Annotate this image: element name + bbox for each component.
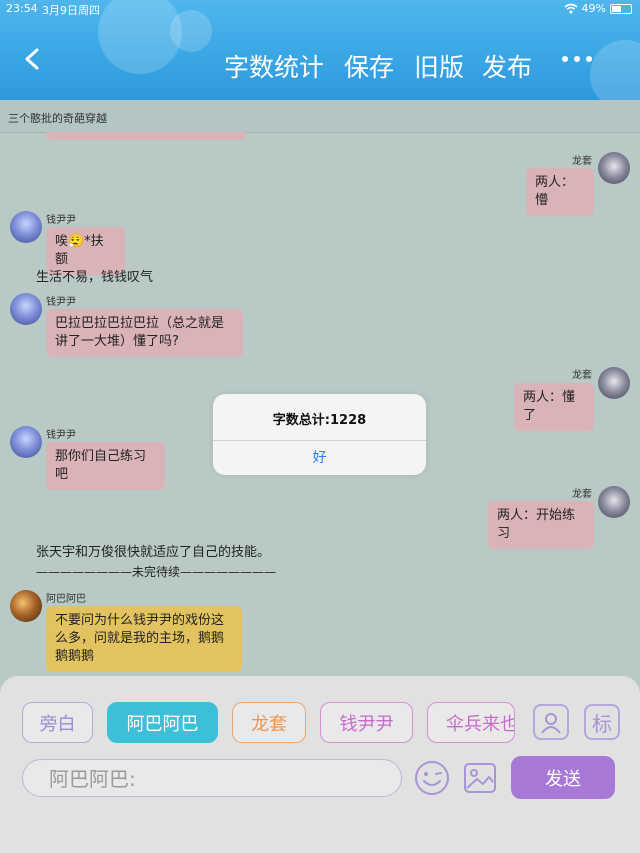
send-button[interactable]: 发送: [511, 756, 615, 799]
character-manager-icon[interactable]: [533, 704, 569, 740]
avatar[interactable]: [598, 152, 630, 184]
story-title-bar: 三个憨批的奇葩穿越: [0, 100, 640, 133]
story-title: 三个憨批的奇葩穿越: [8, 112, 107, 125]
back-arrow-icon[interactable]: [22, 48, 44, 70]
avatar[interactable]: [10, 426, 42, 458]
more-options-icon[interactable]: [562, 56, 592, 62]
speaker-name: 龙套: [572, 370, 592, 381]
speaker-name: 阿巴阿巴: [46, 594, 86, 605]
narration-text: ————————未完待续————————: [36, 565, 277, 579]
word-count-button[interactable]: 字数统计: [224, 48, 324, 84]
dialog-title: 字数总计:1228: [272, 413, 367, 428]
bubble-decoration: [590, 40, 640, 100]
avatar[interactable]: [598, 367, 630, 399]
speaker-name: 钱尹尹: [46, 297, 76, 308]
old-version-button[interactable]: 旧版: [414, 48, 464, 84]
message-bubble: 两人：懵: [526, 168, 594, 216]
battery-icon: [610, 3, 632, 14]
top-bar: 23:54 3月9日周四 49% 字数统计 保存 旧版 发布: [0, 0, 640, 100]
avatar[interactable]: [10, 211, 42, 243]
avatar[interactable]: [598, 486, 630, 518]
role-button-narrator[interactable]: 旁白: [22, 702, 93, 743]
avatar[interactable]: [10, 293, 42, 325]
mark-icon[interactable]: 标: [584, 704, 620, 740]
message-bubble: 那你们自己练习吧: [46, 442, 165, 490]
role-button-longtao[interactable]: 龙套: [232, 702, 306, 743]
status-bar: 23:54 3月9日周四 49%: [0, 0, 640, 18]
emoji-icon[interactable]: [414, 760, 450, 796]
message-input[interactable]: [47, 764, 391, 794]
status-time: 23:54: [6, 2, 38, 15]
message-bubble: 不要问为什么钱尹尹的戏份这么多，问就是我的主场，鹅鹅鹅鹅鹅: [46, 606, 242, 672]
speaker-name: 钱尹尹: [46, 215, 76, 226]
narration-text: 张天宇和万俊很快就适应了自己的技能。: [36, 545, 271, 560]
image-icon[interactable]: [462, 760, 498, 796]
message-bubble: 巴拉巴拉巴拉巴拉（总之就是讲了一大堆）懂了吗?: [46, 309, 243, 357]
speaker-name: 龙套: [572, 156, 592, 167]
message-bubble-partial: [46, 132, 246, 140]
message-bubble: 两人：懂了: [514, 383, 594, 431]
speaker-name: 龙套: [572, 489, 592, 500]
status-date: 3月9日周四: [42, 4, 100, 17]
message-input-field[interactable]: [22, 759, 402, 797]
word-count-dialog: 字数总计:1228 好: [213, 394, 426, 475]
narration-text: 生活不易，钱钱叹气: [36, 270, 154, 285]
save-button[interactable]: 保存: [344, 48, 394, 84]
message-bubble: 两人：开始练习: [488, 501, 594, 549]
role-button-qianyinyin[interactable]: 钱尹尹: [320, 702, 413, 743]
publish-button[interactable]: 发布: [482, 48, 532, 84]
role-button-ababa[interactable]: 阿巴阿巴: [107, 702, 218, 743]
speaker-name: 钱尹尹: [46, 430, 76, 441]
dialog-ok-button[interactable]: 好: [213, 441, 426, 475]
role-button-sanbing[interactable]: 伞兵来也: [427, 702, 515, 743]
avatar[interactable]: [10, 590, 42, 622]
wifi-icon: [564, 3, 578, 14]
battery-percent: 49%: [581, 2, 606, 15]
